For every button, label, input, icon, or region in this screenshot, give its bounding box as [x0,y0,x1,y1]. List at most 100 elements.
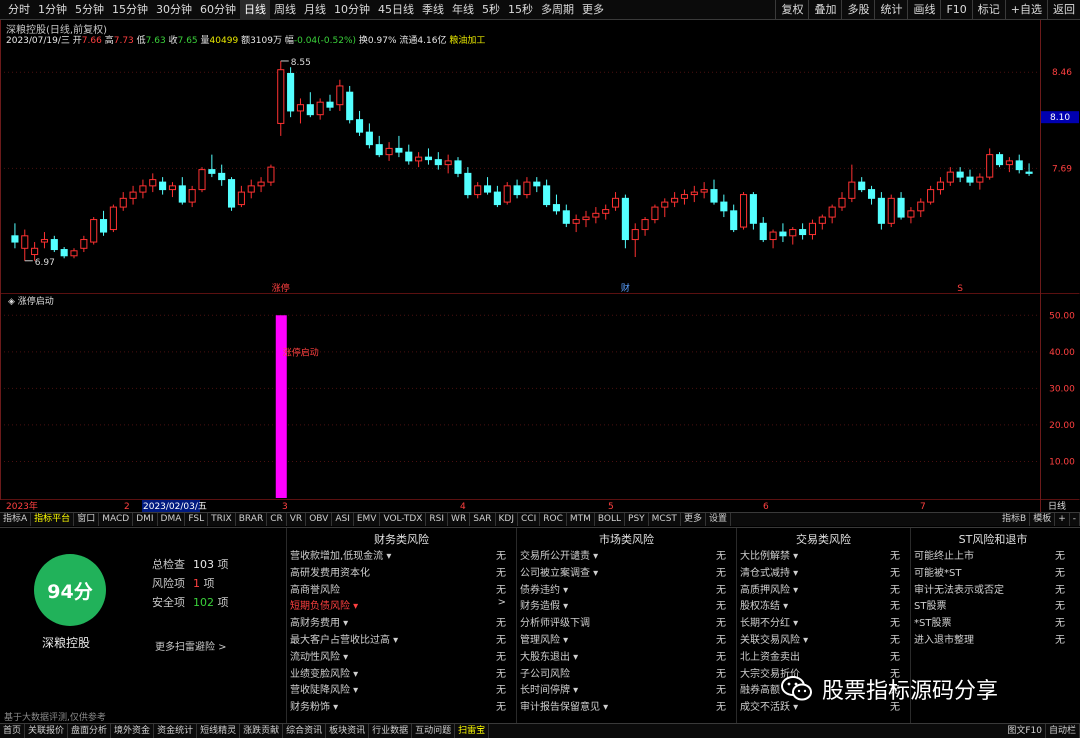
bottom-tab-9[interactable]: 行业数据 [369,724,413,738]
indicator-tab-6[interactable]: FSL [185,513,209,526]
risk-row[interactable]: 长时间停牌 ▾ 无 [517,681,736,697]
toolbar-button-4[interactable]: 画线 [907,0,940,20]
bottom-tab-1[interactable]: 关联报价 [25,724,69,738]
toolbar-button-6[interactable]: 标记 [971,0,1005,20]
toolbar-button-0[interactable]: 复权 [775,0,808,20]
indicator-tab-14[interactable]: VOL-TDX [380,513,427,526]
indicator-tab-12[interactable]: ASI [332,513,354,526]
bottom-right-1[interactable]: 自动栏 [1046,724,1080,738]
more-scan-link[interactable]: 更多扫雷避险 > [155,638,227,653]
indicator-tab-2[interactable]: 窗口 [74,513,100,526]
bottom-tab-5[interactable]: 短线精灵 [197,724,241,738]
indicator-tab-26[interactable]: 设置 [706,513,731,526]
bottom-tab-3[interactable]: 境外资金 [111,724,155,738]
risk-row[interactable]: 可能终止上市 无 [911,547,1075,563]
indicator-tab-23[interactable]: PSY [625,513,649,526]
risk-row[interactable]: 清仓式减持 ▾ 无 [737,564,910,580]
kline-chart[interactable]: 8.46 7.69 8.10 50.00 40.00 30.00 20.00 10.00 202… [0,20,1080,527]
period-tab-9[interactable]: 10分钟 [330,0,374,20]
indicator-tab-20[interactable]: ROC [540,513,567,526]
period-tab-15[interactable]: 多周期 [537,0,578,20]
risk-row[interactable]: 营收款增加,低现金流 ▾ 无 [287,547,516,563]
risk-row[interactable]: 子公司风险 无 [517,665,736,681]
indicator-tab-21[interactable]: MTM [567,513,595,526]
risk-row[interactable]: 流动性风险 ▾ 无 [287,648,516,664]
indicator-tab-17[interactable]: SAR [470,513,496,526]
bottom-tab-7[interactable]: 综合资讯 [283,724,327,738]
risk-row[interactable]: 高质押风险 ▾ 无 [737,581,910,597]
risk-row[interactable]: 大比例解禁 ▾ 无 [737,547,910,563]
period-tab-6[interactable]: 日线 [240,0,270,20]
risk-row[interactable]: 大股东退出 ▾ 无 [517,648,736,664]
risk-row[interactable]: 财务粉饰 ▾ 无 [287,698,516,714]
indicator-tab-16[interactable]: WR [448,513,471,526]
period-tab-16[interactable]: 更多 [578,0,608,20]
indicator-tab-8[interactable]: BRAR [236,513,268,526]
risk-row[interactable]: 短期负债风险 ▾ > [287,597,516,613]
bottom-tab-2[interactable]: 盘面分析 [68,724,112,738]
risk-row[interactable]: 业绩变脸风险 ▾ 无 [287,665,516,681]
bottom-tab-11[interactable]: 扫雷宝 [455,724,490,738]
indicator-tab-3[interactable]: MACD [99,513,134,526]
bottom-tab-4[interactable]: 资金统计 [154,724,198,738]
risk-row[interactable]: 高财务费用 ▾ 无 [287,614,516,630]
risk-row[interactable]: 财务造假 ▾ 无 [517,597,736,613]
period-tab-13[interactable]: 5秒 [478,0,504,20]
bottom-tab-8[interactable]: 板块资讯 [326,724,370,738]
toolbar-button-2[interactable]: 多股 [841,0,874,20]
period-tab-8[interactable]: 月线 [300,0,330,20]
risk-row[interactable]: 分析师评级下调 无 [517,614,736,630]
indicator-tab-7[interactable]: TRIX [208,513,236,526]
period-tab-10[interactable]: 45日线 [374,0,418,20]
indicator-tab-13[interactable]: EMV [354,513,381,526]
indicator-tab-right-3[interactable]: - [1070,513,1080,526]
indicator-tab-19[interactable]: CCI [518,513,541,526]
indicator-tab-4[interactable]: DMI [133,513,158,526]
risk-row[interactable]: 公司被立案调查 ▾ 无 [517,564,736,580]
indicator-tab-1[interactable]: 指标平台 [31,513,75,526]
risk-row[interactable]: 长期不分红 ▾ 无 [737,614,910,630]
period-tab-12[interactable]: 年线 [448,0,478,20]
bottom-tab-0[interactable]: 首页 [0,724,26,738]
risk-row[interactable]: 进入退市整理 无 [911,631,1075,647]
bottom-right-0[interactable]: 图文F10 [1004,724,1046,738]
risk-row[interactable]: 管理风险 ▾ 无 [517,631,736,647]
risk-row[interactable]: 可能被*ST 无 [911,564,1075,580]
risk-row[interactable]: *ST股票 无 [911,614,1075,630]
period-tab-7[interactable]: 周线 [270,0,300,20]
risk-row[interactable]: 最大客户占营收比过高 ▾ 无 [287,631,516,647]
indicator-tab-0[interactable]: 指标A [0,513,32,526]
bottom-tab-10[interactable]: 互动问题 [412,724,456,738]
risk-row[interactable]: 债券违约 ▾ 无 [517,581,736,597]
risk-row[interactable]: 北上资金卖出 无 [737,648,910,664]
indicator-tab-18[interactable]: KDJ [496,513,518,526]
indicator-tab-10[interactable]: VR [287,513,307,526]
period-tab-0[interactable]: 分时 [4,0,34,20]
toolbar-button-7[interactable]: +自选 [1004,0,1047,20]
period-tab-5[interactable]: 60分钟 [196,0,240,20]
risk-row[interactable]: 交易所公开谴责 ▾ 无 [517,547,736,563]
risk-row[interactable]: 股权冻结 ▾ 无 [737,597,910,613]
risk-row[interactable]: ST股票 无 [911,597,1075,613]
indicator-tab-25[interactable]: 更多 [681,513,706,526]
toolbar-button-8[interactable]: 返回 [1047,0,1080,20]
toolbar-button-5[interactable]: F10 [940,0,971,20]
risk-row[interactable]: 关联交易风险 ▾ 无 [737,631,910,647]
period-tab-3[interactable]: 15分钟 [108,0,152,20]
period-tab-4[interactable]: 30分钟 [152,0,196,20]
period-tab-1[interactable]: 1分钟 [34,0,71,20]
toolbar-button-1[interactable]: 叠加 [808,0,841,20]
risk-row[interactable]: 审计无法表示或否定 无 [911,581,1075,597]
period-tab-2[interactable]: 5分钟 [71,0,108,20]
indicator-tab-24[interactable]: MCST [649,513,681,526]
indicator-tab-right-0[interactable]: 指标B [999,513,1031,526]
indicator-tab-9[interactable]: CR [267,513,287,526]
risk-row[interactable]: 审计报告保留意见 ▾ 无 [517,698,736,714]
indicator-tab-right-2[interactable]: + [1055,513,1070,526]
indicator-tab-11[interactable]: OBV [306,513,333,526]
indicator-tab-15[interactable]: RSI [426,513,449,526]
indicator-tab-22[interactable]: BOLL [595,513,626,526]
risk-row[interactable]: 高研发费用资本化 无 [287,564,516,580]
period-tab-11[interactable]: 季线 [418,0,448,20]
toolbar-button-3[interactable]: 统计 [874,0,907,20]
